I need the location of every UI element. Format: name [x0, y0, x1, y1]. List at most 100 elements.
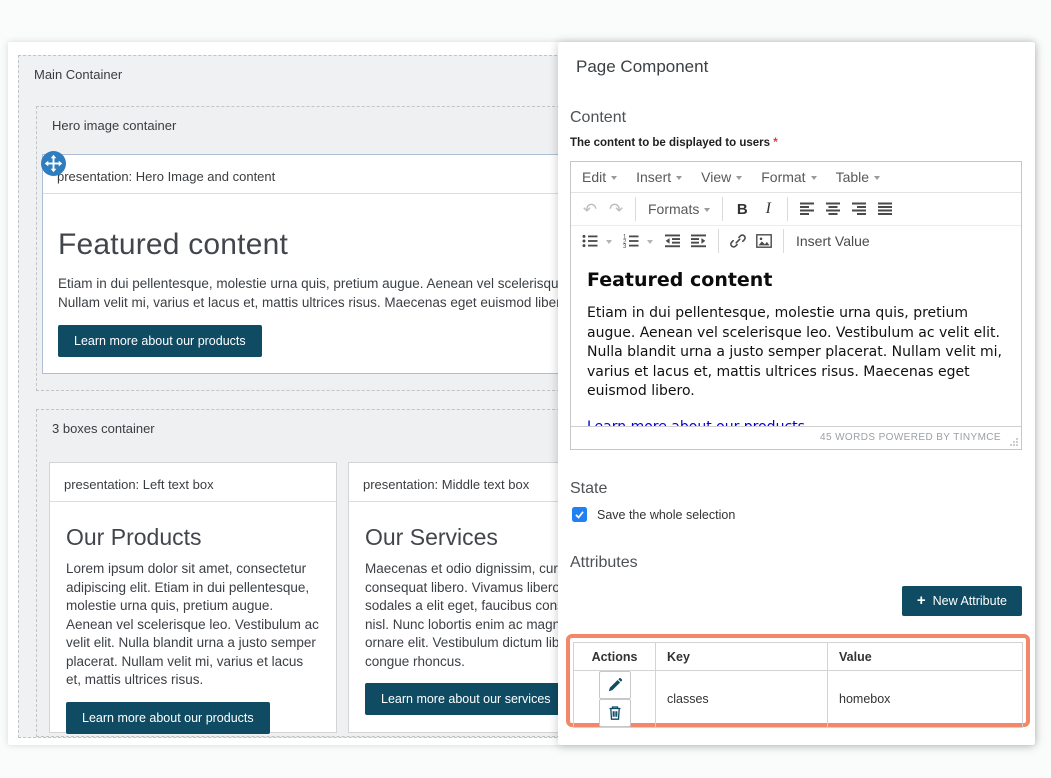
screen: Main Container Hero image container	[0, 0, 1051, 778]
editor-toolbar-row2: 123 Insert Value	[571, 225, 1021, 256]
italic-button[interactable]: I	[755, 197, 781, 221]
delete-attribute-button[interactable]	[599, 699, 631, 727]
content-field-label: The content to be displayed to users *	[570, 137, 778, 149]
toolbar-separator	[722, 197, 723, 221]
state-section-heading: State	[570, 480, 607, 498]
bold-button[interactable]: B	[729, 197, 755, 221]
svg-text:3: 3	[623, 244, 627, 248]
caret-down-icon[interactable]	[647, 240, 653, 244]
numbered-list-icon: 123	[623, 234, 639, 248]
move-icon	[41, 151, 66, 176]
middle-box-learn-more-button[interactable]: Learn more about our services	[365, 683, 567, 715]
check-icon	[574, 509, 585, 520]
bullet-list-icon	[582, 234, 598, 248]
menu-insert[interactable]: Insert	[636, 169, 682, 185]
left-box-header: presentation: Left text box	[50, 463, 336, 502]
trash-icon	[607, 705, 623, 721]
outdent-button[interactable]	[660, 229, 686, 253]
attributes-table-header-row: Actions Key Value	[574, 643, 1023, 671]
undo-icon: ↶	[583, 201, 597, 218]
indent-button[interactable]	[686, 229, 712, 253]
caret-down-icon	[874, 176, 880, 180]
middle-box-header-label: presentation: Middle text box	[349, 463, 529, 492]
toolbar-separator	[635, 197, 636, 221]
align-justify-button[interactable]	[872, 197, 898, 221]
menu-view-label: View	[701, 169, 731, 185]
left-box-learn-more-button[interactable]: Learn more about our products	[66, 702, 270, 734]
content-section-heading: Content	[570, 109, 626, 127]
attributes-table-highlight: Actions Key Value	[566, 634, 1030, 727]
edit-attribute-button[interactable]	[599, 671, 631, 699]
content-field-label-text: The content to be displayed to users	[570, 137, 773, 149]
caret-down-icon	[704, 208, 710, 212]
key-column-header: Key	[656, 643, 828, 671]
actions-column-header: Actions	[574, 643, 656, 671]
menu-edit-label: Edit	[582, 169, 606, 185]
attribute-key-cell: classes	[656, 671, 828, 728]
menu-edit[interactable]: Edit	[582, 169, 617, 185]
left-box-header-label: presentation: Left text box	[50, 463, 214, 492]
caret-down-icon	[811, 176, 817, 180]
drag-handle[interactable]	[41, 151, 66, 176]
hero-paragraph: Etiam in dui pellentesque, molestie urna…	[58, 274, 623, 312]
align-center-icon	[826, 202, 841, 216]
caret-down-icon	[676, 176, 682, 180]
redo-icon: ↷	[609, 201, 623, 218]
left-box-heading: Our Products	[66, 524, 320, 551]
attribute-row: classes homebox	[574, 671, 1023, 728]
hero-block-header-label: presentation: Hero Image and content	[43, 155, 275, 184]
hero-learn-more-button[interactable]: Learn more about our products	[58, 325, 262, 357]
numbered-list-button[interactable]: 123	[618, 229, 644, 253]
formats-label: Formats	[648, 201, 699, 217]
menu-insert-label: Insert	[636, 169, 671, 185]
toolbar-separator	[787, 197, 788, 221]
bullet-list-button[interactable]	[577, 229, 603, 253]
align-right-button[interactable]	[846, 197, 872, 221]
menu-format-label: Format	[761, 169, 805, 185]
caret-down-icon	[611, 176, 617, 180]
align-justify-icon	[878, 202, 893, 216]
page-component-panel: Page Component Content The content to be…	[558, 42, 1035, 745]
insert-image-button[interactable]	[751, 229, 777, 253]
editor-toolbar-row1: ↶ ↷ Formats B I	[571, 193, 1021, 225]
save-selection-checkbox[interactable]	[572, 507, 587, 522]
new-attribute-button-label: New Attribute	[933, 594, 1007, 608]
pencil-icon	[607, 677, 623, 693]
menu-table-label: Table	[836, 169, 869, 185]
menu-table[interactable]: Table	[836, 169, 880, 185]
boxes-container-label: 3 boxes container	[52, 421, 155, 436]
left-text-box[interactable]: presentation: Left text box Our Products…	[49, 462, 337, 733]
menu-format[interactable]: Format	[761, 169, 816, 185]
insert-link-button[interactable]	[725, 229, 751, 253]
editor-doc-paragraph: Etiam in dui pellentesque, molestie urna…	[587, 304, 1005, 402]
save-selection-row: Save the whole selection	[572, 507, 735, 522]
toolbar-separator	[783, 229, 784, 253]
value-column-header: Value	[828, 643, 1023, 671]
caret-down-icon[interactable]	[606, 240, 612, 244]
editor-menubar: Edit Insert View Format Table	[571, 162, 1021, 193]
attributes-table: Actions Key Value	[573, 642, 1023, 728]
required-marker: *	[773, 137, 777, 149]
outdent-icon	[665, 234, 681, 248]
resize-grip-icon[interactable]	[1007, 435, 1019, 447]
rich-text-editor: Edit Insert View Format Table ↶ ↷ Format…	[570, 161, 1022, 450]
menu-view[interactable]: View	[701, 169, 742, 185]
hero-container-label: Hero image container	[52, 118, 176, 133]
insert-value-button[interactable]: Insert Value	[790, 229, 876, 253]
attributes-section-heading: Attributes	[570, 554, 638, 572]
link-icon	[730, 233, 746, 249]
align-center-button[interactable]	[820, 197, 846, 221]
redo-button[interactable]: ↷	[603, 197, 629, 221]
new-attribute-button[interactable]: + New Attribute	[902, 586, 1022, 616]
save-selection-label: Save the whole selection	[597, 508, 735, 522]
attribute-value-cell: homebox	[828, 671, 1023, 728]
align-left-icon	[800, 202, 815, 216]
plus-icon: +	[917, 592, 926, 609]
formats-dropdown[interactable]: Formats	[642, 197, 716, 221]
undo-button[interactable]: ↶	[577, 197, 603, 221]
toolbar-separator	[718, 229, 719, 253]
attribute-actions-cell	[574, 671, 656, 728]
editor-content-area[interactable]: Featured content Etiam in dui pellentesq…	[571, 256, 1021, 428]
align-right-icon	[852, 202, 867, 216]
align-left-button[interactable]	[794, 197, 820, 221]
